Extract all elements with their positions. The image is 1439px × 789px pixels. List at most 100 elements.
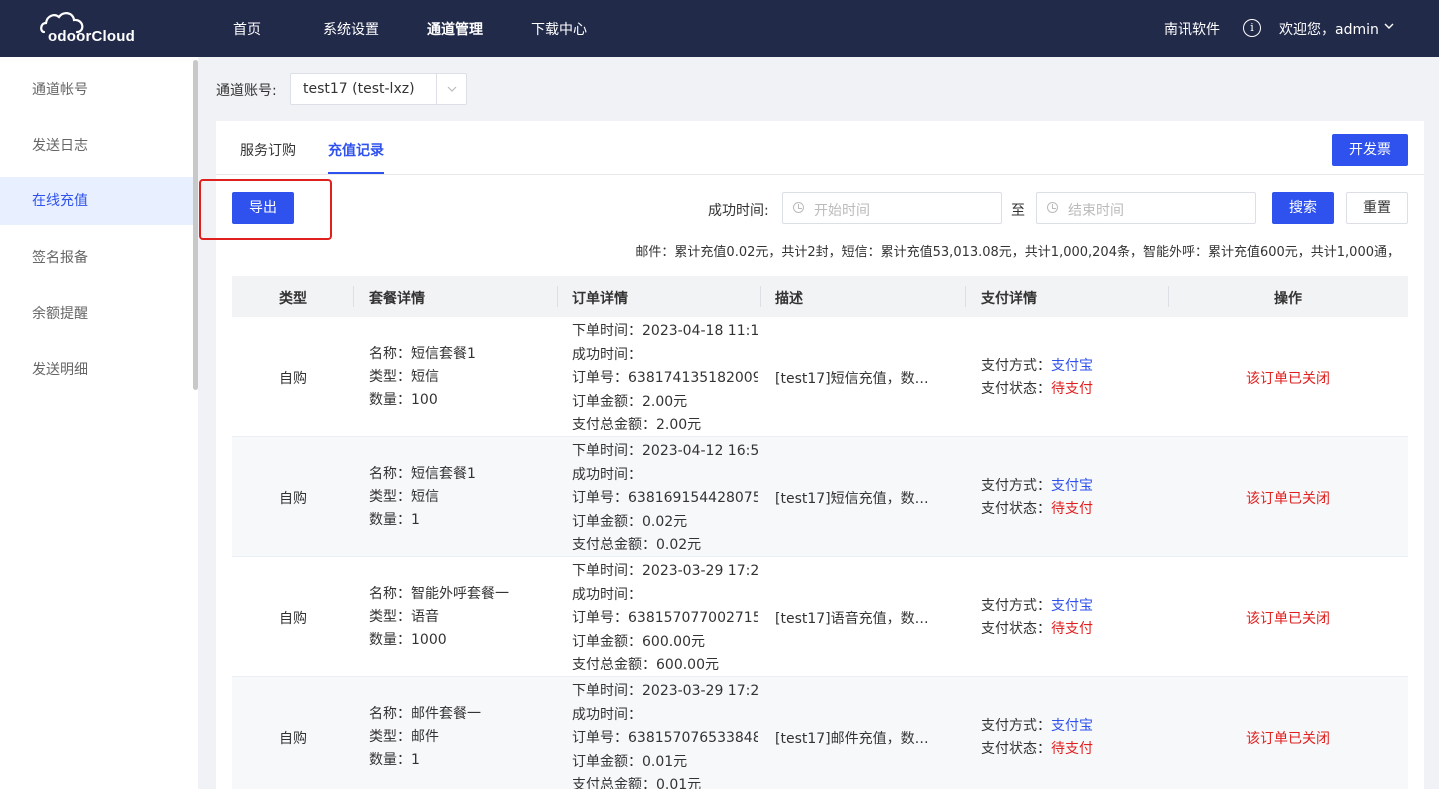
user-welcome[interactable]: 欢迎您，admin	[1279, 19, 1379, 39]
end-time-input[interactable]: 结束时间	[1036, 192, 1256, 224]
tabs-divider	[216, 174, 1424, 175]
header-payment: 支付详情	[981, 291, 1037, 307]
nav-channel-management[interactable]: 通道管理	[427, 19, 483, 39]
sidebar-item-channel-account[interactable]: 通道帐号	[0, 66, 198, 114]
clock-icon	[793, 202, 804, 213]
package-details: 名称：短信套餐1 类型：短信 数量：1	[369, 463, 476, 532]
row-type: 自购	[279, 371, 307, 387]
tab-recharge-record[interactable]: 充值记录	[328, 140, 384, 160]
package-name: 名称：短信套餐1	[369, 466, 476, 482]
end-time-placeholder: 结束时间	[1068, 203, 1124, 219]
sidebar-item-balance-reminder[interactable]: 余额提醒	[0, 290, 198, 338]
tab-service-order[interactable]: 服务订购	[240, 140, 296, 160]
header-type: 类型	[279, 291, 307, 307]
row-description: [test17]邮件充值，数量：1	[775, 731, 941, 747]
header-divider	[965, 286, 966, 307]
payment-details: 支付方式：支付宝 支付状态：待支付	[981, 715, 1093, 761]
logo-text: odoorCloud	[48, 28, 135, 45]
package-name: 名称：短信套餐1	[369, 346, 476, 362]
pay-status-label: 支付状态：	[981, 501, 1051, 517]
package-type: 类型：短信	[369, 369, 439, 385]
top-navbar: odoorCloud 首页 系统设置 通道管理 下载中心 南讯软件 i 欢迎您，…	[0, 0, 1439, 57]
order-number: 订单号：63815707700271526	[572, 610, 758, 626]
sidebar-item-signature-filing[interactable]: 签名报备	[0, 234, 198, 282]
info-icon[interactable]: i	[1243, 19, 1261, 37]
invoice-button[interactable]: 开发票	[1332, 134, 1408, 166]
row-description: [test17]语音充值，数量：1000	[775, 611, 941, 627]
package-quantity: 数量：1000	[369, 632, 447, 648]
nav-home[interactable]: 首页	[233, 19, 261, 39]
nav-download-center[interactable]: 下载中心	[531, 19, 587, 39]
main-panel: 服务订购 充值记录 开发票 导出 成功时间: 开始时间 至 结束时间 搜索 重置…	[199, 121, 1424, 789]
header-divider	[760, 286, 761, 307]
payment-total: 支付总金额：600.00元	[572, 657, 719, 673]
package-details: 名称：智能外呼套餐一 类型：语音 数量：1000	[369, 583, 509, 652]
company-name[interactable]: 南讯软件	[1164, 19, 1220, 39]
order-details: 下单时间：2023-03-29 17:27 成功时间： 订单号：63815707…	[572, 680, 758, 789]
clock-icon	[1047, 202, 1058, 213]
order-number: 订单号：63816915442807535	[572, 490, 758, 506]
order-amount: 订单金额：0.02元	[572, 513, 688, 530]
package-type: 类型：语音	[369, 609, 439, 625]
success-time: 成功时间：	[572, 466, 642, 483]
order-closed-status: 该订单已关闭	[1246, 491, 1330, 507]
package-quantity: 数量：1	[369, 752, 420, 768]
order-amount: 订单金额：2.00元	[572, 393, 688, 410]
pay-method-label: 支付方式：	[981, 718, 1051, 734]
payment-details: 支付方式：支付宝 支付状态：待支付	[981, 355, 1093, 401]
payment-details: 支付方式：支付宝 支付状态：待支付	[981, 475, 1093, 521]
order-time: 下单时间：2023-03-29 17:28	[572, 563, 758, 579]
start-time-placeholder: 开始时间	[814, 203, 870, 219]
logo[interactable]: odoorCloud	[40, 10, 150, 50]
pay-method-value: 支付宝	[1051, 718, 1093, 734]
row-description: [test17]短信充值，数量：100	[775, 371, 941, 387]
pay-method-label: 支付方式：	[981, 358, 1051, 374]
order-details: 下单时间：2023-04-18 11:18 成功时间： 订单号：63817413…	[572, 320, 758, 436]
sidebar: 通道帐号 发送日志 在线充值 签名报备 余额提醒 发送明细	[0, 57, 198, 789]
account-select-value: test17 (test-lxz)	[303, 81, 415, 97]
nav-system-settings[interactable]: 系统设置	[323, 19, 379, 39]
success-time-label: 成功时间:	[708, 203, 769, 219]
row-type: 自购	[279, 731, 307, 747]
pay-status-value: 待支付	[1051, 621, 1093, 637]
start-time-input[interactable]: 开始时间	[782, 192, 1002, 224]
success-time: 成功时间：	[572, 706, 642, 723]
row-description: [test17]短信充值，数量：1	[775, 491, 941, 507]
header-description: 描述	[775, 291, 803, 307]
sidebar-scrollbar[interactable]	[193, 60, 198, 390]
row-type: 自购	[279, 611, 307, 627]
order-time: 下单时间：2023-03-29 17:27	[572, 683, 758, 699]
package-quantity: 数量：1	[369, 512, 420, 528]
reset-button[interactable]: 重置	[1346, 192, 1408, 224]
account-select[interactable]: test17 (test-lxz)	[290, 73, 467, 105]
table-row: 自购 名称：邮件套餐一 类型：邮件 数量：1 下单时间：2023-03-29 1…	[232, 677, 1408, 789]
order-details: 下单时间：2023-03-29 17:28 成功时间： 订单号：63815707…	[572, 560, 758, 676]
search-button[interactable]: 搜索	[1272, 192, 1334, 224]
pay-status-label: 支付状态：	[981, 741, 1051, 757]
table-header: 类型 套餐详情 订单详情 描述 支付详情 操作	[232, 276, 1408, 317]
order-amount: 订单金额：0.01元	[572, 753, 688, 770]
sidebar-item-send-detail[interactable]: 发送明细	[0, 346, 198, 394]
table-row: 自购 名称：短信套餐1 类型：短信 数量：1 下单时间：2023-04-12 1…	[232, 437, 1408, 557]
payment-total: 支付总金额：0.02元	[572, 537, 702, 553]
pay-status-label: 支付状态：	[981, 381, 1051, 397]
sidebar-item-online-recharge[interactable]: 在线充值	[0, 177, 198, 225]
header-divider	[557, 286, 558, 307]
package-name: 名称：智能外呼套餐一	[369, 586, 509, 602]
package-quantity: 数量：100	[369, 392, 438, 408]
chevron-down-icon[interactable]	[1384, 21, 1394, 31]
table-row: 自购 名称：智能外呼套餐一 类型：语音 数量：1000 下单时间：2023-03…	[232, 557, 1408, 677]
highlight-annotation	[199, 179, 332, 240]
chevron-down-icon	[447, 86, 457, 92]
success-time: 成功时间：	[572, 586, 642, 603]
order-number: 订单号：63817413518200959	[572, 370, 758, 386]
package-name: 名称：邮件套餐一	[369, 706, 481, 722]
header-order: 订单详情	[572, 291, 628, 307]
sidebar-item-send-log[interactable]: 发送日志	[0, 122, 198, 170]
order-amount: 订单金额：600.00元	[572, 633, 705, 650]
package-type: 类型：邮件	[369, 729, 439, 745]
pay-status-label: 支付状态：	[981, 621, 1051, 637]
row-type: 自购	[279, 491, 307, 507]
pay-method-value: 支付宝	[1051, 478, 1093, 494]
table-row: 自购 名称：短信套餐1 类型：短信 数量：100 下单时间：2023-04-18…	[232, 317, 1408, 437]
